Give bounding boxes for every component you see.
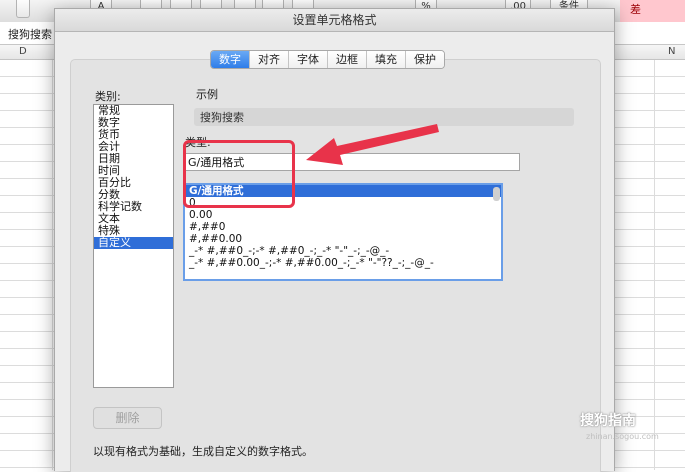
tab-border[interactable]: 边框 <box>328 51 367 68</box>
tab-fill[interactable]: 填充 <box>367 51 406 68</box>
tab-alignment[interactable]: 对齐 <box>250 51 289 68</box>
tab-font[interactable]: 字体 <box>289 51 328 68</box>
annotation-arrow <box>306 124 439 165</box>
dialog-tabs: 数字 对齐 字体 边框 填充 保护 <box>210 50 445 69</box>
tab-protection[interactable]: 保护 <box>406 51 444 68</box>
watermark-logo: 搜狗指南 <box>580 413 636 429</box>
watermark-url: zhinan.sogou.com <box>586 432 659 441</box>
annotation-arrow-shape <box>306 124 439 165</box>
tab-number[interactable]: 数字 <box>211 51 250 68</box>
